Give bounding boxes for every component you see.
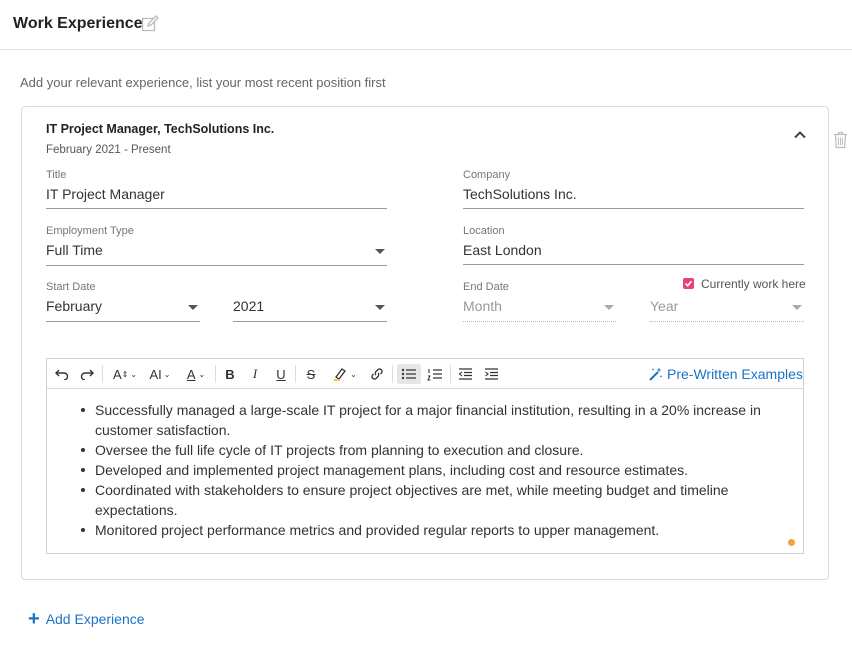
undo-icon[interactable]	[53, 364, 71, 384]
toolbar-separator	[215, 365, 216, 383]
bullet-list: Successfully managed a large-scale IT pr…	[81, 400, 795, 540]
caret-down-icon[interactable]	[375, 249, 385, 254]
toolbar-separator	[102, 365, 103, 383]
employment-type-value[interactable]: Full Time	[46, 242, 103, 258]
font-size-arrows-icon: ⇕	[121, 369, 129, 379]
pre-written-examples-button[interactable]: Pre-Written Examples	[648, 365, 803, 383]
start-month-value[interactable]: February	[46, 298, 102, 314]
start-date-label: Start Date	[46, 281, 96, 293]
employment-type-select[interactable]: Employment Type Full Time	[46, 225, 387, 266]
description-editor[interactable]: A ⇕ ⌄ AI ⌄ A ⌄ B I U S ⌄ Pre-Written Exa…	[46, 358, 804, 554]
status-dot	[788, 539, 795, 546]
line-height-dropdown[interactable]: AI ⌄	[145, 364, 175, 384]
title-label: Title	[46, 169, 67, 181]
font-size-glyph: A	[112, 366, 122, 382]
end-month-select: End Date Month	[463, 281, 616, 322]
strikethrough-button[interactable]: S	[303, 364, 319, 384]
line-height-glyph: AI	[149, 366, 162, 382]
end-month-placeholder: Month	[463, 298, 502, 314]
plus-icon: +	[28, 608, 40, 630]
title-underline	[46, 208, 387, 209]
company-underline	[463, 208, 804, 209]
toolbar-separator	[295, 365, 296, 383]
chevron-up-icon[interactable]	[792, 127, 808, 143]
chevron-down-icon: ⌄	[350, 369, 357, 379]
pre-written-examples-label: Pre-Written Examples	[667, 366, 803, 382]
bold-button[interactable]: B	[221, 364, 239, 384]
font-color-glyph: A	[186, 366, 196, 382]
location-field[interactable]: Location East London	[463, 225, 804, 265]
font-color-dropdown[interactable]: A ⌄	[182, 364, 210, 384]
add-experience-button[interactable]: + Add Experience	[28, 608, 145, 630]
start-year-underline	[233, 321, 387, 322]
editor-toolbar: A ⇕ ⌄ AI ⌄ A ⌄ B I U S ⌄ Pre-Written Exa…	[47, 359, 803, 389]
toolbar-separator	[392, 365, 393, 383]
chevron-down-icon: ⌄	[130, 369, 138, 379]
add-experience-label: Add Experience	[45, 611, 145, 627]
employment-type-underline	[46, 265, 387, 266]
list-item: Successfully managed a large-scale IT pr…	[81, 400, 795, 440]
title-input[interactable]: IT Project Manager	[46, 186, 165, 202]
end-year-placeholder: Year	[650, 298, 679, 314]
entry-heading: IT Project Manager, TechSolutions Inc.	[46, 122, 275, 136]
end-date-label: End Date	[463, 281, 509, 293]
checkmark-icon	[684, 280, 693, 287]
numbered-list-icon[interactable]	[424, 364, 446, 384]
entry-dates: February 2021 - Present	[46, 144, 171, 156]
title-field[interactable]: Title IT Project Manager	[46, 169, 387, 209]
caret-down-icon[interactable]	[188, 305, 198, 310]
caret-down-icon[interactable]	[375, 305, 385, 310]
magic-wand-icon	[649, 367, 663, 381]
bullet-list-icon[interactable]	[397, 364, 421, 384]
outdent-icon[interactable]	[455, 364, 475, 384]
toolbar-separator	[450, 365, 451, 383]
highlighter-icon[interactable]: ⌄	[328, 364, 362, 384]
start-month-select[interactable]: Start Date February	[46, 281, 200, 322]
list-item: Monitored project performance metrics an…	[81, 520, 795, 540]
company-label: Company	[463, 169, 511, 181]
underline-button[interactable]: U	[273, 364, 289, 384]
section-subtitle: Add your relevant experience, list your …	[20, 75, 386, 90]
list-item: Oversee the full life cycle of IT projec…	[81, 440, 795, 460]
start-year-select[interactable]: 2021	[233, 281, 387, 322]
end-year-underline	[650, 321, 804, 322]
employment-type-label: Employment Type	[46, 225, 134, 237]
section-title: Work Experience	[13, 15, 143, 32]
list-item: Coordinated with stakeholders to ensure …	[81, 480, 795, 520]
editor-content[interactable]: Successfully managed a large-scale IT pr…	[47, 390, 803, 553]
caret-down-icon	[604, 305, 614, 310]
start-year-value[interactable]: 2021	[233, 298, 264, 314]
caret-down-icon	[792, 305, 802, 310]
italic-button[interactable]: I	[247, 364, 263, 384]
font-size-dropdown[interactable]: A ⇕ ⌄	[110, 364, 140, 384]
location-label: Location	[463, 225, 505, 237]
start-month-underline	[46, 321, 200, 322]
link-icon[interactable]	[367, 364, 387, 384]
edit-icon[interactable]	[141, 15, 159, 33]
chevron-down-icon: ⌄	[163, 369, 171, 379]
indent-icon[interactable]	[481, 364, 501, 384]
section-header: Work Experience	[0, 0, 852, 50]
trash-icon[interactable]	[833, 131, 848, 149]
redo-icon[interactable]	[78, 364, 96, 384]
location-input[interactable]: East London	[463, 242, 542, 258]
currently-work-here-checkbox[interactable]	[683, 278, 694, 289]
company-input[interactable]: TechSolutions Inc.	[463, 186, 577, 202]
company-field[interactable]: Company TechSolutions Inc.	[463, 169, 804, 209]
list-item: Developed and implemented project manage…	[81, 460, 795, 480]
currently-work-here-label: Currently work here	[701, 277, 806, 291]
location-underline	[463, 264, 804, 265]
chevron-down-icon: ⌄	[198, 369, 206, 379]
end-month-underline	[463, 321, 616, 322]
